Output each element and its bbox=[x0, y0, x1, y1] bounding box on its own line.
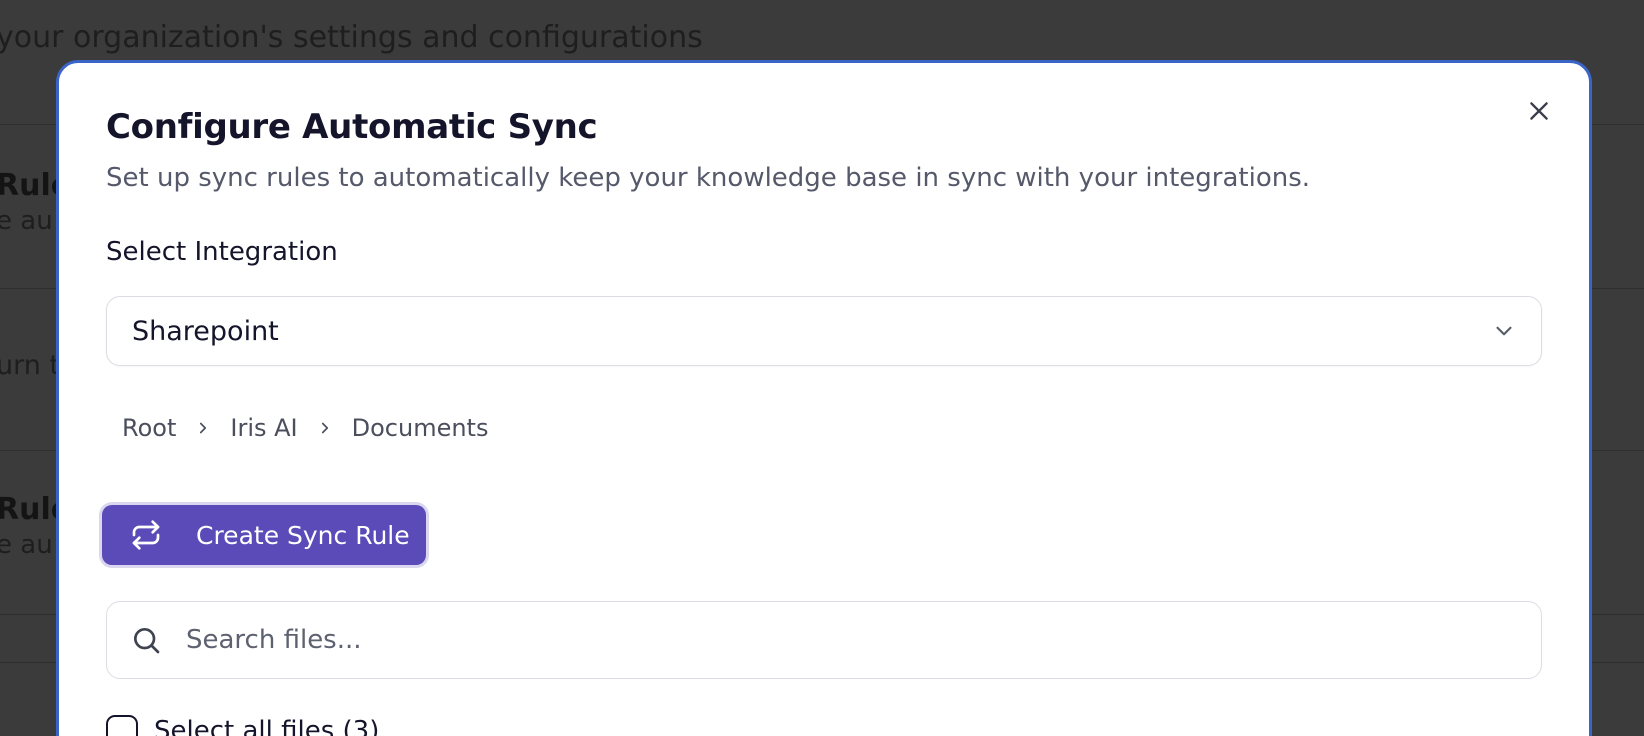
create-sync-rule-label: Create Sync Rule bbox=[196, 520, 410, 550]
bg-row-text: urn t bbox=[0, 350, 61, 381]
bg-row-sub: e au bbox=[0, 530, 53, 560]
integration-label: Select Integration bbox=[106, 237, 338, 267]
modal-title: Configure Automatic Sync bbox=[106, 107, 598, 147]
breadcrumb: Root Iris AI Documents bbox=[122, 414, 488, 442]
integration-select-value: Sharepoint bbox=[132, 315, 279, 347]
close-icon bbox=[1530, 102, 1548, 120]
modal-description: Set up sync rules to automatically keep … bbox=[106, 163, 1311, 193]
search-files-box bbox=[106, 601, 1542, 679]
bg-row-sub: e au bbox=[0, 206, 53, 236]
breadcrumb-item-root[interactable]: Root bbox=[122, 414, 176, 442]
create-sync-rule-button[interactable]: Create Sync Rule bbox=[102, 505, 426, 565]
search-icon bbox=[134, 628, 160, 654]
search-files-input[interactable] bbox=[186, 625, 1486, 655]
chevron-right-icon bbox=[298, 419, 352, 437]
close-button[interactable] bbox=[1521, 93, 1557, 129]
select-all-row: Select all files (3) bbox=[106, 715, 379, 736]
sync-icon bbox=[130, 519, 162, 551]
select-all-checkbox[interactable] bbox=[106, 715, 138, 736]
breadcrumb-item-documents[interactable]: Documents bbox=[352, 414, 489, 442]
chevron-down-icon bbox=[1496, 326, 1512, 336]
bg-page-subtitle: your organization's settings and configu… bbox=[0, 20, 703, 55]
integration-select[interactable]: Sharepoint bbox=[106, 296, 1542, 366]
chevron-right-icon bbox=[176, 419, 230, 437]
select-all-label: Select all files (3) bbox=[154, 716, 380, 736]
configure-sync-modal: Configure Automatic Sync Set up sync rul… bbox=[56, 60, 1592, 736]
breadcrumb-item-iris-ai[interactable]: Iris AI bbox=[230, 414, 297, 442]
